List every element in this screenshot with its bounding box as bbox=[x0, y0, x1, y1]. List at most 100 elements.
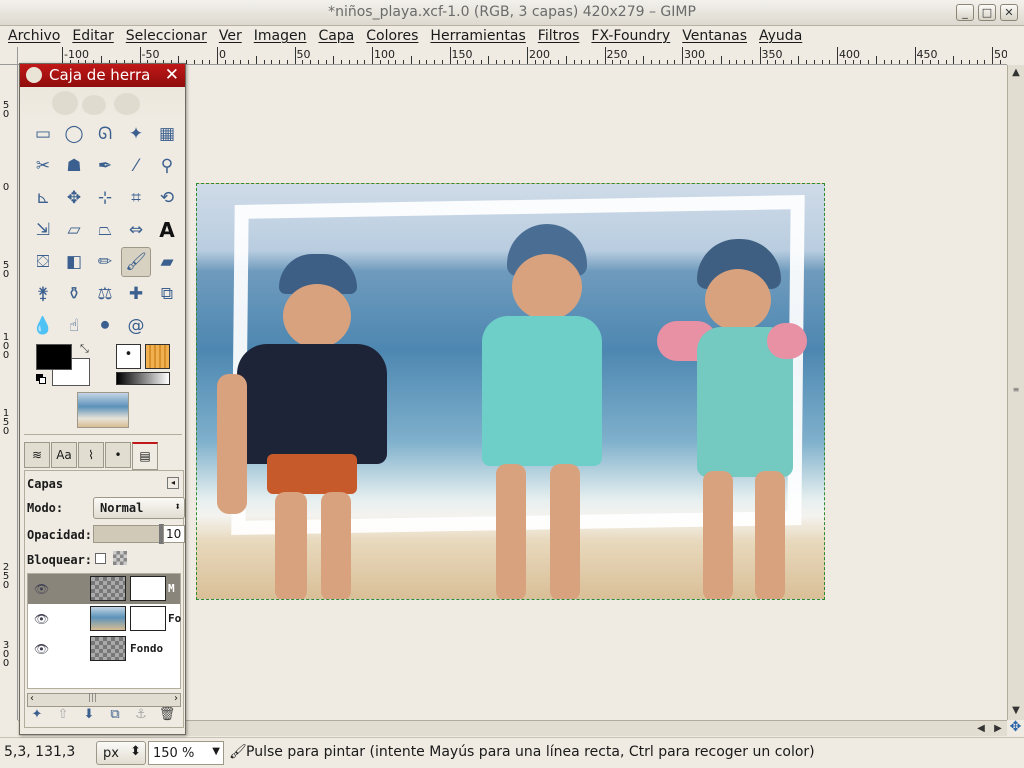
image-canvas[interactable] bbox=[196, 183, 825, 600]
color-select-icon[interactable]: ▦ bbox=[152, 119, 182, 149]
menu-fx-foundry[interactable]: FX-Foundry bbox=[587, 26, 678, 47]
ruler-corner[interactable] bbox=[0, 47, 18, 65]
menu-herramientas[interactable]: Herramientas bbox=[426, 26, 533, 47]
color-picker-icon[interactable]: ⁄ bbox=[121, 151, 151, 181]
new-layer-icon[interactable]: ✦ bbox=[26, 704, 48, 726]
bucket-fill-icon[interactable]: ⛋ bbox=[28, 247, 58, 277]
delete-layer-icon[interactable]: 🗑 bbox=[156, 704, 178, 726]
brushes-tab-icon[interactable]: • bbox=[105, 442, 131, 468]
blur-icon[interactable]: 💧 bbox=[28, 311, 58, 341]
clone-icon[interactable]: ⚖ bbox=[90, 279, 120, 309]
opacity-value[interactable]: 10 bbox=[163, 525, 185, 543]
layer-thumbnail[interactable] bbox=[90, 576, 126, 601]
scroll-left-icon[interactable]: ◀ bbox=[973, 721, 989, 737]
pattern-preview[interactable] bbox=[145, 344, 170, 369]
crop-icon[interactable]: ⌗ bbox=[121, 183, 151, 213]
menu-editar[interactable]: Editar bbox=[68, 26, 121, 47]
layer-mask-thumbnail[interactable] bbox=[130, 576, 166, 601]
scroll-up-icon[interactable]: ▲ bbox=[1008, 65, 1024, 81]
anchor-layer-icon[interactable]: ⚓ bbox=[130, 704, 152, 726]
fonts-tab-icon[interactable]: Aa bbox=[51, 442, 77, 468]
layer-name[interactable]: Fondo bbox=[130, 642, 163, 655]
shear-icon[interactable]: ▱ bbox=[59, 215, 89, 245]
vertical-ruler[interactable]: 50 0 50 100 150 250 300 bbox=[0, 65, 18, 720]
flip-icon[interactable]: ⇔ bbox=[121, 215, 151, 245]
menu-filtros[interactable]: Filtros bbox=[534, 26, 588, 47]
toolbox-close-icon[interactable]: ✕ bbox=[165, 65, 179, 85]
paintbrush-icon[interactable]: 🖌 bbox=[121, 247, 151, 277]
wilber-drop-area[interactable] bbox=[20, 87, 185, 117]
visibility-eye-icon[interactable]: 👁 bbox=[34, 582, 49, 596]
pencil-icon[interactable]: ✏ bbox=[90, 247, 120, 277]
smudge-icon[interactable]: ☝ bbox=[59, 311, 89, 341]
opacity-slider[interactable] bbox=[93, 524, 164, 544]
minimize-button[interactable]: _ bbox=[956, 4, 974, 21]
layer-row[interactable]: 👁 Fo bbox=[28, 604, 181, 634]
scroll-right-icon[interactable]: ▶ bbox=[990, 721, 1006, 737]
close-button[interactable]: ✕ bbox=[1000, 4, 1018, 21]
scroll-right-icon[interactable]: › bbox=[174, 693, 178, 704]
menu-ventanas[interactable]: Ventanas bbox=[678, 26, 755, 47]
menu-colores[interactable]: Colores bbox=[362, 26, 426, 47]
scale-icon[interactable]: ⇲ bbox=[28, 215, 58, 245]
visibility-eye-icon[interactable]: 👁 bbox=[34, 612, 49, 626]
menu-ver[interactable]: Ver bbox=[215, 26, 250, 47]
rotate-icon[interactable]: ⟲ bbox=[152, 183, 182, 213]
layer-row[interactable]: 👁 M bbox=[28, 574, 180, 604]
ink-icon[interactable]: ⚱ bbox=[59, 279, 89, 309]
lower-layer-icon[interactable]: ⬇ bbox=[78, 704, 100, 726]
layer-thumbnail[interactable] bbox=[90, 636, 126, 661]
maximize-button[interactable]: □ bbox=[978, 4, 996, 21]
toolbox-title-bar[interactable]: Caja de herra ✕ bbox=[20, 64, 185, 87]
move-icon[interactable]: ✥ bbox=[59, 183, 89, 213]
navigate-icon[interactable]: ✥ bbox=[1007, 720, 1024, 736]
brush-preview[interactable]: • bbox=[116, 344, 141, 369]
panel-menu-icon[interactable]: ◂ bbox=[167, 477, 179, 489]
vertical-scrollbar[interactable]: ▲ ≡ ▼ bbox=[1007, 65, 1024, 720]
foreground-color[interactable] bbox=[36, 344, 72, 370]
gradient-preview[interactable] bbox=[116, 372, 170, 385]
airbrush-icon[interactable]: ⚵ bbox=[28, 279, 58, 309]
unit-combo[interactable]: px ⬍ bbox=[96, 741, 146, 765]
spiral-icon[interactable]: @ bbox=[121, 311, 151, 341]
rect-select-icon[interactable]: ▭ bbox=[28, 119, 58, 149]
measure-icon[interactable]: ⊾ bbox=[28, 183, 58, 213]
scissors-icon[interactable]: ✂ bbox=[28, 151, 58, 181]
fuzzy-select-icon[interactable]: ✦ bbox=[121, 119, 151, 149]
heal-icon[interactable]: ✚ bbox=[121, 279, 151, 309]
foreground-select-icon[interactable]: ☗ bbox=[59, 151, 89, 181]
lasso-icon[interactable]: ᘏ bbox=[90, 119, 120, 149]
layer-name[interactable]: M bbox=[168, 582, 175, 595]
mode-combo[interactable]: Normal ⬍ bbox=[93, 497, 185, 519]
menu-ayuda[interactable]: Ayuda bbox=[755, 26, 810, 47]
lock-checkbox[interactable] bbox=[95, 553, 106, 564]
perspective-clone-icon[interactable]: ⧉ bbox=[152, 279, 182, 309]
layer-mask-thumbnail[interactable] bbox=[130, 606, 166, 631]
text-icon[interactable]: A bbox=[152, 215, 182, 245]
align-icon[interactable]: ⊹ bbox=[90, 183, 120, 213]
visibility-eye-icon[interactable]: 👁 bbox=[34, 642, 49, 656]
scroll-grip-icon[interactable]: ≡ bbox=[1011, 385, 1021, 395]
layer-thumbnail[interactable] bbox=[90, 606, 126, 631]
zoom-icon[interactable]: ⚲ bbox=[152, 151, 182, 181]
menu-archivo[interactable]: Archivo bbox=[4, 26, 68, 47]
blend-icon[interactable]: ◧ bbox=[59, 247, 89, 277]
scroll-grip-icon[interactable]: ||| bbox=[88, 693, 97, 703]
layer-name[interactable]: Fo bbox=[168, 612, 181, 625]
paths-icon[interactable]: ✒ bbox=[90, 151, 120, 181]
default-colors-icon[interactable] bbox=[36, 374, 46, 384]
zoom-combo[interactable]: 150 % ▼ bbox=[148, 741, 224, 765]
ellipse-select-icon[interactable]: ◯ bbox=[59, 119, 89, 149]
color-area[interactable]: ⤡ bbox=[36, 342, 96, 386]
layers-tab-icon[interactable]: ≋ bbox=[24, 442, 50, 468]
paths-tab-icon[interactable]: ⌇ bbox=[78, 442, 104, 468]
lock-alpha-icon[interactable] bbox=[113, 551, 127, 565]
layers-stack-tab-icon[interactable]: ▤ bbox=[132, 442, 158, 470]
swap-colors-icon[interactable]: ⤡ bbox=[80, 342, 89, 356]
active-image-thumbnail[interactable] bbox=[77, 392, 129, 428]
dodge-burn-icon[interactable]: ⚫ bbox=[90, 311, 120, 341]
scroll-left-icon[interactable]: ‹ bbox=[30, 693, 34, 704]
layer-list[interactable]: 👁 M 👁 Fo 👁 Fondo bbox=[27, 573, 181, 689]
eraser-icon[interactable]: ▰ bbox=[152, 247, 182, 277]
raise-layer-icon[interactable]: ⇧ bbox=[52, 704, 74, 726]
